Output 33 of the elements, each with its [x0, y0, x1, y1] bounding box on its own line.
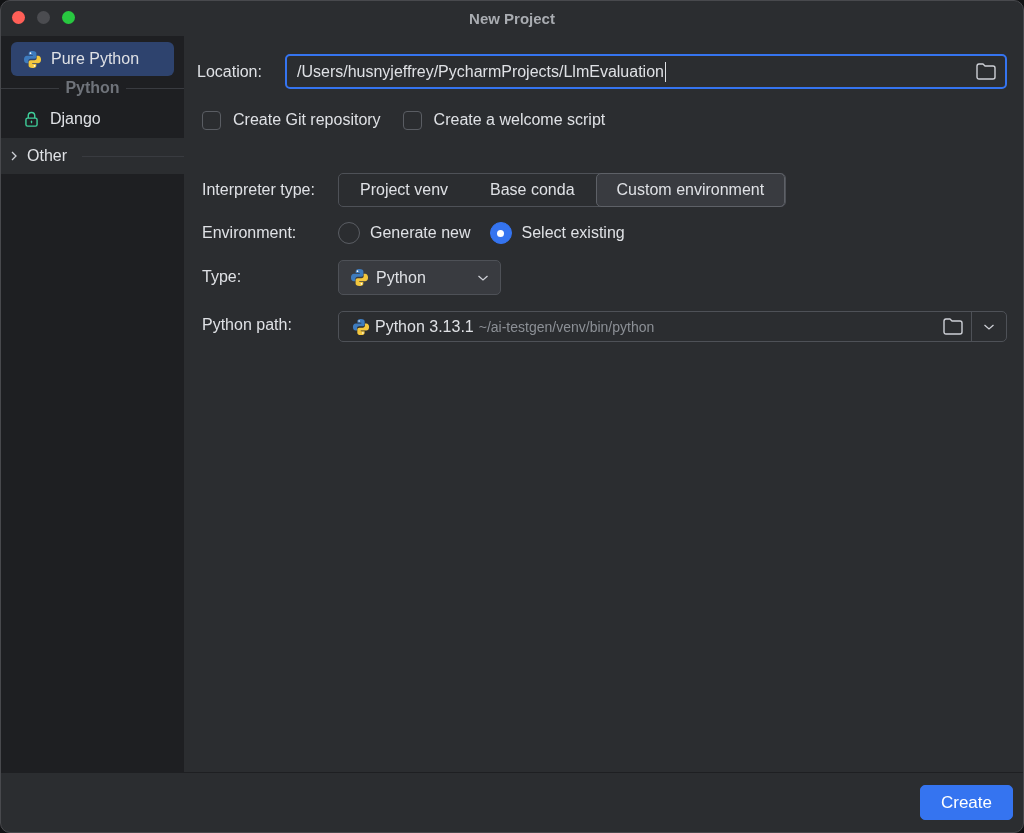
- window-title: New Project: [469, 10, 555, 27]
- segment-tab[interactable]: Base conda: [469, 173, 596, 207]
- radio-option[interactable]: Select existing: [489, 222, 625, 244]
- sidebar-item[interactable]: Pure Python: [11, 42, 174, 76]
- checkbox[interactable]: [202, 110, 221, 130]
- field-label: Type:: [202, 268, 243, 286]
- field-label: Interpreter type:: [202, 181, 316, 199]
- type-dropdown[interactable]: Python: [338, 260, 501, 295]
- segment-tab[interactable]: Custom environment: [595, 173, 786, 207]
- field-label: Location:: [197, 62, 263, 81]
- chevron-down-icon[interactable]: [983, 322, 995, 331]
- close-button[interactable]: [12, 11, 25, 24]
- python-logo-icon: [352, 317, 370, 336]
- radio-option[interactable]: Generate new: [338, 222, 471, 244]
- location-field[interactable]: /Users/husnyjeffrey/PycharmProjects/LlmEvaluation: [285, 54, 1007, 89]
- zoom-button[interactable]: [62, 11, 75, 24]
- folder-icon[interactable]: [976, 63, 996, 80]
- text-cursor-icon: [664, 61, 666, 82]
- checkbox[interactable]: [402, 110, 422, 130]
- python-path-combo[interactable]: Python 3.13.1 ~/ai-testgen/venv/bin/python: [338, 311, 1007, 342]
- checkbox-option[interactable]: Create Git repository: [202, 109, 381, 131]
- sidebar-group[interactable]: Other: [1, 138, 184, 174]
- radio-button[interactable]: [489, 222, 512, 244]
- sidebar-item[interactable]: Django: [11, 102, 174, 136]
- field-label: Environment:: [202, 224, 298, 242]
- chevron-down-icon: [477, 273, 489, 282]
- checkbox-option[interactable]: Create a welcome script: [402, 109, 606, 131]
- segment-tab[interactable]: Project venv: [339, 173, 470, 207]
- folder-icon[interactable]: [943, 318, 963, 335]
- field-label: Python path:: [202, 315, 293, 334]
- section-header: Python: [65, 79, 120, 97]
- python-logo-icon: [350, 268, 369, 287]
- create-button[interactable]: Create: [919, 785, 1013, 820]
